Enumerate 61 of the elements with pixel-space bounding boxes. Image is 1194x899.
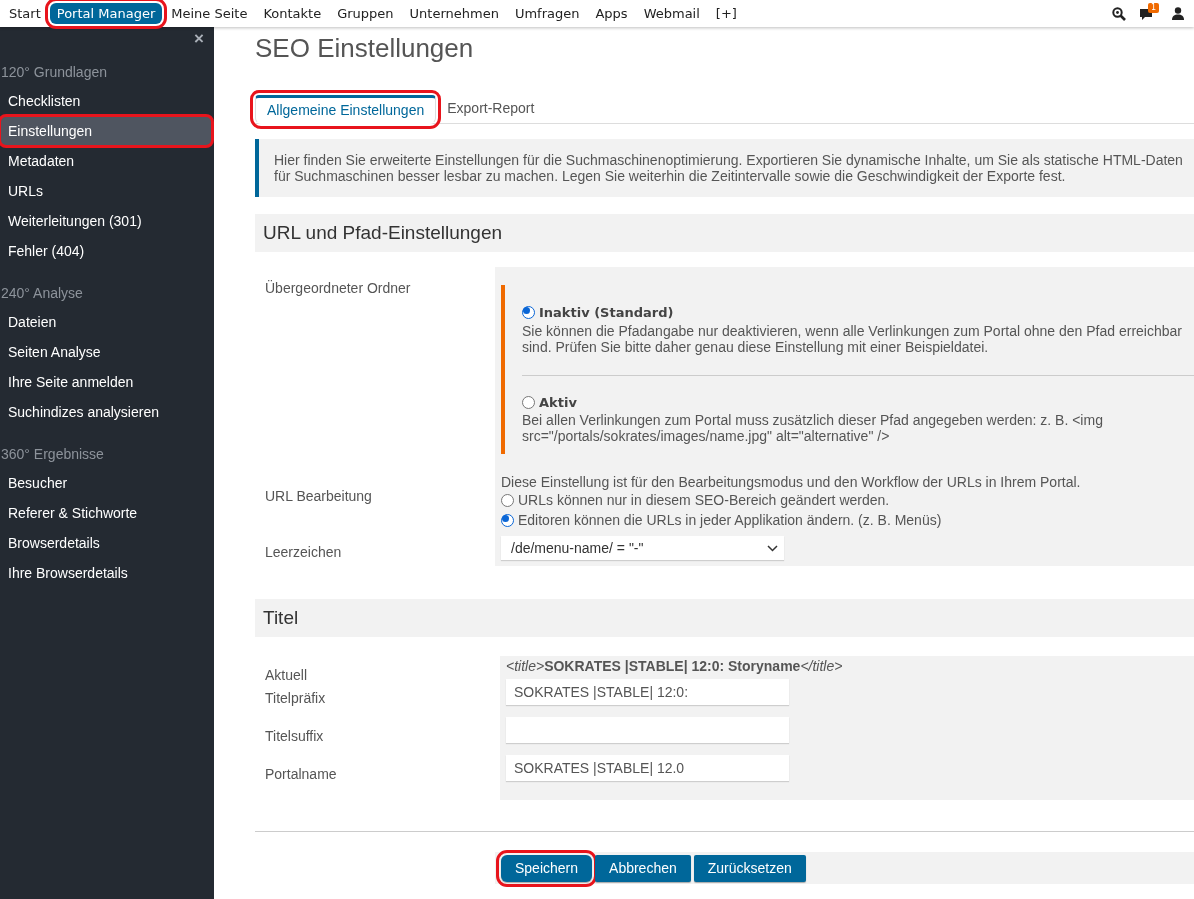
- nav-link[interactable]: Meine Seite: [164, 3, 255, 24]
- sidebar-item[interactable]: Besucher: [0, 468, 214, 498]
- field-label: Portalname: [264, 765, 338, 784]
- text-field[interactable]: SOKRATES |STABLE| 12:0:: [506, 679, 789, 705]
- dropdown[interactable]: /de/menu-name/ = "-": [501, 536, 784, 560]
- option-description: Sie können die Pfadangabe nur deaktivieren, wenn alle Verlinkungen zum Portal ohne den Pfad erreichbar sind. Prüfen Sie bitte daher genau diese Einstellung mit einer Beispieldatei.: [522, 322, 1183, 355]
- option-label: Inaktiv (Standard): [539, 304, 674, 322]
- sidebar-item[interactable]: Ihre Browserdetails: [0, 558, 214, 588]
- radio-button[interactable]: [522, 306, 535, 320]
- sidebar-item[interactable]: Metadaten: [0, 146, 214, 176]
- sidebar-heading: 360° Ergebnisse: [0, 444, 105, 464]
- sidebar-item[interactable]: Browserdetails: [0, 528, 214, 558]
- field-label: Titelsuffix: [264, 727, 325, 746]
- field-label: Leerzeichen: [264, 543, 343, 562]
- option-label: Editoren können die URLs in jeder Applikation ändern. (z. B. Menüs): [518, 510, 942, 530]
- nav-link[interactable]: Apps: [588, 3, 635, 24]
- sidebar-item[interactable]: Referer & Stichworte: [0, 498, 214, 528]
- sidebar-item[interactable]: Dateien: [0, 307, 214, 337]
- sidebar-heading: 240° Analyse: [0, 283, 84, 303]
- section-heading: URL und Pfad-Einstellungen: [255, 214, 1194, 252]
- action-button[interactable]: Abbrechen: [595, 854, 691, 882]
- chevron-down-icon: [767, 544, 778, 552]
- user-icon[interactable]: [1172, 7, 1184, 20]
- radio-button[interactable]: [501, 513, 514, 527]
- info-text: Hier finden Sie erweiterte Einstellungen für die Suchmaschinenoptimierung. Exportieren Sie dynamische Inhalte, um Sie als statische HTML-Daten für Suchmaschinen besser lesbar zu machen. Legen Sie weiterhin die Zeitintervalle sowie die Geschwindigkeit der Exporte fest.: [255, 139, 1194, 197]
- page-title: SEO Einstellungen: [255, 32, 475, 63]
- radio-button[interactable]: [522, 395, 535, 409]
- sidebar-item[interactable]: Einstellungen: [0, 116, 212, 146]
- sidebar-item[interactable]: Ihre Seite anmelden: [0, 367, 214, 397]
- nav-link[interactable]: Start: [2, 3, 48, 24]
- field-label: Übergeordneter Ordner: [264, 279, 412, 298]
- option-label: URLs können nur in diesem SEO-Bereich geändert werden.: [518, 490, 890, 510]
- option-label: Aktiv: [539, 393, 577, 412]
- field-label: Titelpräfix: [264, 689, 327, 708]
- field-label: Aktuell: [264, 666, 309, 685]
- sidebar-item[interactable]: Checklisten: [0, 86, 214, 116]
- action-button[interactable]: Zurücksetzen: [693, 854, 806, 882]
- help-text: Diese Einstellung ist für den Bearbeitungsmodus und den Workflow der URLs in Ihrem Portal.: [501, 474, 1082, 490]
- nav-link[interactable]: Unternehmen: [402, 3, 506, 24]
- tab[interactable]: Export-Report: [436, 94, 546, 123]
- option-description: Bei allen Verlinkungen zum Portal muss zusätzlich dieser Pfad angegeben werden: z. B. <img src="/portals/sokrates/images/name.jpg" alt="alternative" />: [522, 412, 1104, 444]
- sidebar-item[interactable]: Weiterleitungen (301): [0, 206, 214, 236]
- sidebar-item[interactable]: Fehler (404): [0, 236, 214, 266]
- sidebar-item[interactable]: Suchindizes analysieren: [0, 397, 214, 427]
- sidebar-heading: 120° Grundlagen: [0, 62, 108, 82]
- nav-link[interactable]: [+]: [708, 3, 744, 24]
- text-field[interactable]: SOKRATES |STABLE| 12.0: [506, 755, 789, 781]
- field-label: URL Bearbeitung: [264, 487, 373, 506]
- sidebar-item[interactable]: Seiten Analyse: [0, 337, 214, 367]
- notification-badge: 1: [1148, 2, 1160, 13]
- text-field[interactable]: [506, 717, 789, 743]
- current-title: <title>SOKRATES |STABLE| 12:0: Storyname</title>: [506, 658, 844, 674]
- section-heading: Titel: [255, 599, 1194, 637]
- radio-button[interactable]: [501, 493, 514, 507]
- nav-link[interactable]: Webmail: [636, 3, 707, 24]
- sidebar-item[interactable]: URLs: [0, 176, 214, 206]
- nav-link[interactable]: Gruppen: [330, 3, 401, 24]
- search-icon[interactable]: [1112, 6, 1126, 21]
- close-button[interactable]: ×: [194, 29, 204, 49]
- nav-link[interactable]: Umfragen: [507, 3, 587, 24]
- nav-link[interactable]: Kontakte: [256, 3, 329, 24]
